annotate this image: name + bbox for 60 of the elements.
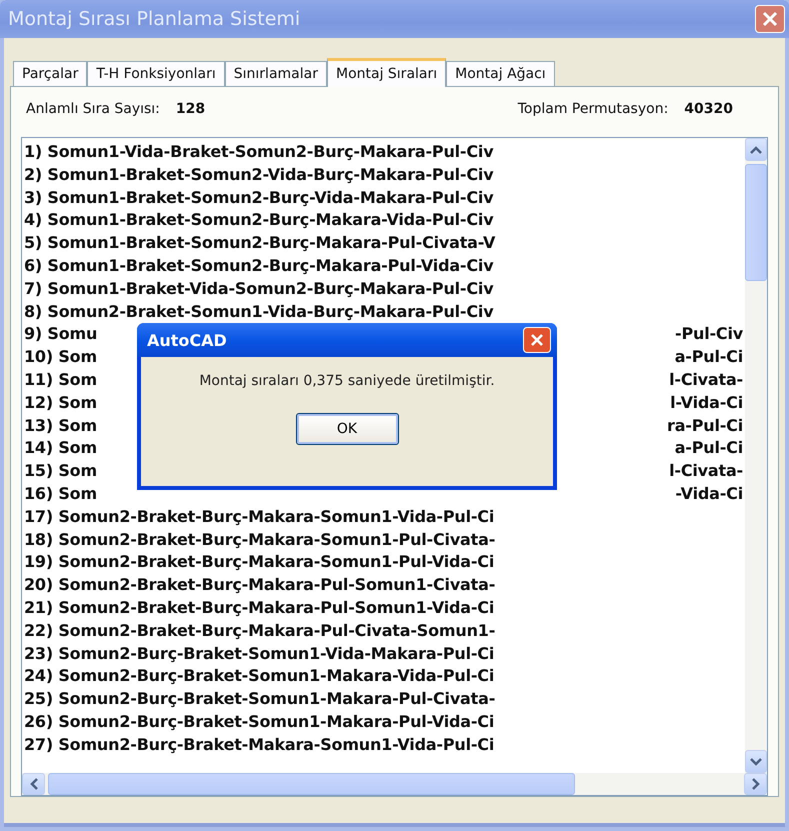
list-item[interactable]: 1) Somun1-Vida-Braket-Somun2-Burç-Makara-Pul-Civ [24, 141, 743, 164]
list-item[interactable]: 14) Som [24, 437, 97, 460]
close-button[interactable] [523, 327, 551, 353]
scroll-thumb[interactable] [48, 773, 575, 795]
scroll-left-button[interactable] [22, 773, 45, 795]
list-item[interactable]: -Pul-Civ [675, 323, 743, 346]
scroll-down-button[interactable] [745, 750, 767, 773]
list-item[interactable]: 17) Somun2-Braket-Burç-Makara-Somun1-Vida-Pul-Ci [24, 506, 743, 529]
scroll-right-button[interactable] [744, 773, 767, 795]
list-item[interactable]: 22) Somun2-Braket-Burç-Makara-Pul-Civata-Somun1- [24, 620, 743, 643]
list-item[interactable]: 25) Somun2-Burç-Braket-Somun1-Makara-Pul-Civata- [24, 688, 743, 711]
list-item[interactable]: 20) Somun2-Braket-Burç-Makara-Pul-Somun1-Civata- [24, 574, 743, 597]
list-item[interactable]: 5) Somun1-Braket-Somun2-Burç-Makara-Pul-Civata-V [24, 232, 743, 255]
tab[interactable]: Montaj Ağacı [446, 61, 555, 86]
close-button[interactable] [755, 5, 785, 33]
list-item[interactable]: 15) Som [24, 460, 97, 483]
list-item[interactable]: 27) Somun2-Burç-Braket-Makara-Somun1-Vida-Pul-Ci [24, 734, 743, 757]
list-item[interactable]: l-Civata- [669, 368, 743, 392]
window-title: Montaj Sırası Planlama Sistemi [8, 8, 300, 30]
list-item[interactable]: 4) Somun1-Braket-Somun2-Burç-Makara-Vida-Pul-Civ [24, 209, 743, 232]
list-item[interactable]: 24) Somun2-Burç-Braket-Somun1-Makara-Vida-Pul-Ci [24, 665, 743, 688]
list-item[interactable]: 10) Som [24, 346, 97, 369]
list-item[interactable]: 9) Somu [24, 323, 98, 346]
close-icon [761, 10, 779, 28]
stat-label: Toplam Permutasyon: [518, 101, 668, 117]
stat-value: 40320 [684, 101, 733, 117]
dialog-message: Montaj sıraları 0,375 saniyede üretilmiştir. [199, 373, 495, 389]
list-item[interactable]: 21) Somun2-Braket-Burç-Makara-Pul-Somun1-Vida-Ci [24, 596, 743, 620]
tab[interactable]: T-H Fonksiyonları [87, 61, 225, 86]
list-item[interactable]: l-Civata- [669, 460, 743, 483]
tab[interactable]: Sınırlamalar [224, 61, 327, 86]
list-item[interactable]: 16) Som [24, 482, 97, 506]
list-item[interactable]: l-Vida-Ci [670, 392, 743, 415]
tab[interactable]: Montaj Sıraları [326, 58, 446, 87]
list-item[interactable]: 3) Somun1-Braket-Somun2-Burç-Vida-Makara-Pul-Civ [24, 186, 743, 210]
list-item[interactable]: -Vida-Ci [675, 482, 743, 506]
vertical-scrollbar[interactable] [745, 138, 767, 773]
horizontal-scrollbar[interactable] [22, 773, 767, 795]
dialog-title: AutoCAD [147, 330, 227, 350]
list-item[interactable]: 8) Somun2-Braket-Somun1-Vida-Burç-Makara-Pul-Civ [24, 300, 743, 324]
stat-label: Anlamlı Sıra Sayısı: [26, 101, 160, 117]
list-item[interactable]: 18) Somun2-Braket-Burç-Makara-Somun1-Pul-Civata- [24, 528, 743, 552]
scroll-up-button[interactable] [745, 138, 767, 161]
list-item[interactable]: a-Pul-Ci [674, 437, 743, 460]
list-item[interactable]: 6) Somun1-Braket-Somun2-Burç-Makara-Pul-Vida-Civ [24, 254, 743, 278]
list-item[interactable]: 13) Som [24, 414, 97, 438]
list-item[interactable]: 26) Somun2-Burç-Braket-Somun1-Makara-Pul-Vida-Ci [24, 710, 743, 734]
list-item[interactable]: 11) Som [24, 368, 97, 392]
tab[interactable]: Parçalar [13, 61, 88, 86]
list-item[interactable]: 2) Somun1-Braket-Somun2-Vida-Burç-Makara-Pul-Civ [24, 164, 743, 187]
close-icon [529, 332, 545, 348]
list-item[interactable]: 7) Somun1-Braket-Vida-Somun2-Burç-Makara-Pul-Civ [24, 278, 743, 301]
stat-value: 128 [176, 101, 206, 117]
list-item[interactable]: a-Pul-Ci [674, 346, 743, 369]
scroll-thumb[interactable] [745, 164, 767, 281]
list-item[interactable]: 12) Som [24, 392, 97, 415]
list-item[interactable]: ra-Pul-Ci [667, 414, 743, 438]
list-item[interactable]: 19) Somun2-Braket-Burç-Makara-Somun1-Pul-Vida-Ci [24, 551, 743, 574]
ok-button[interactable]: OK [296, 413, 398, 445]
list-item[interactable]: 23) Somun2-Burç-Braket-Somun1-Vida-Makara-Pul-Ci [24, 642, 743, 666]
